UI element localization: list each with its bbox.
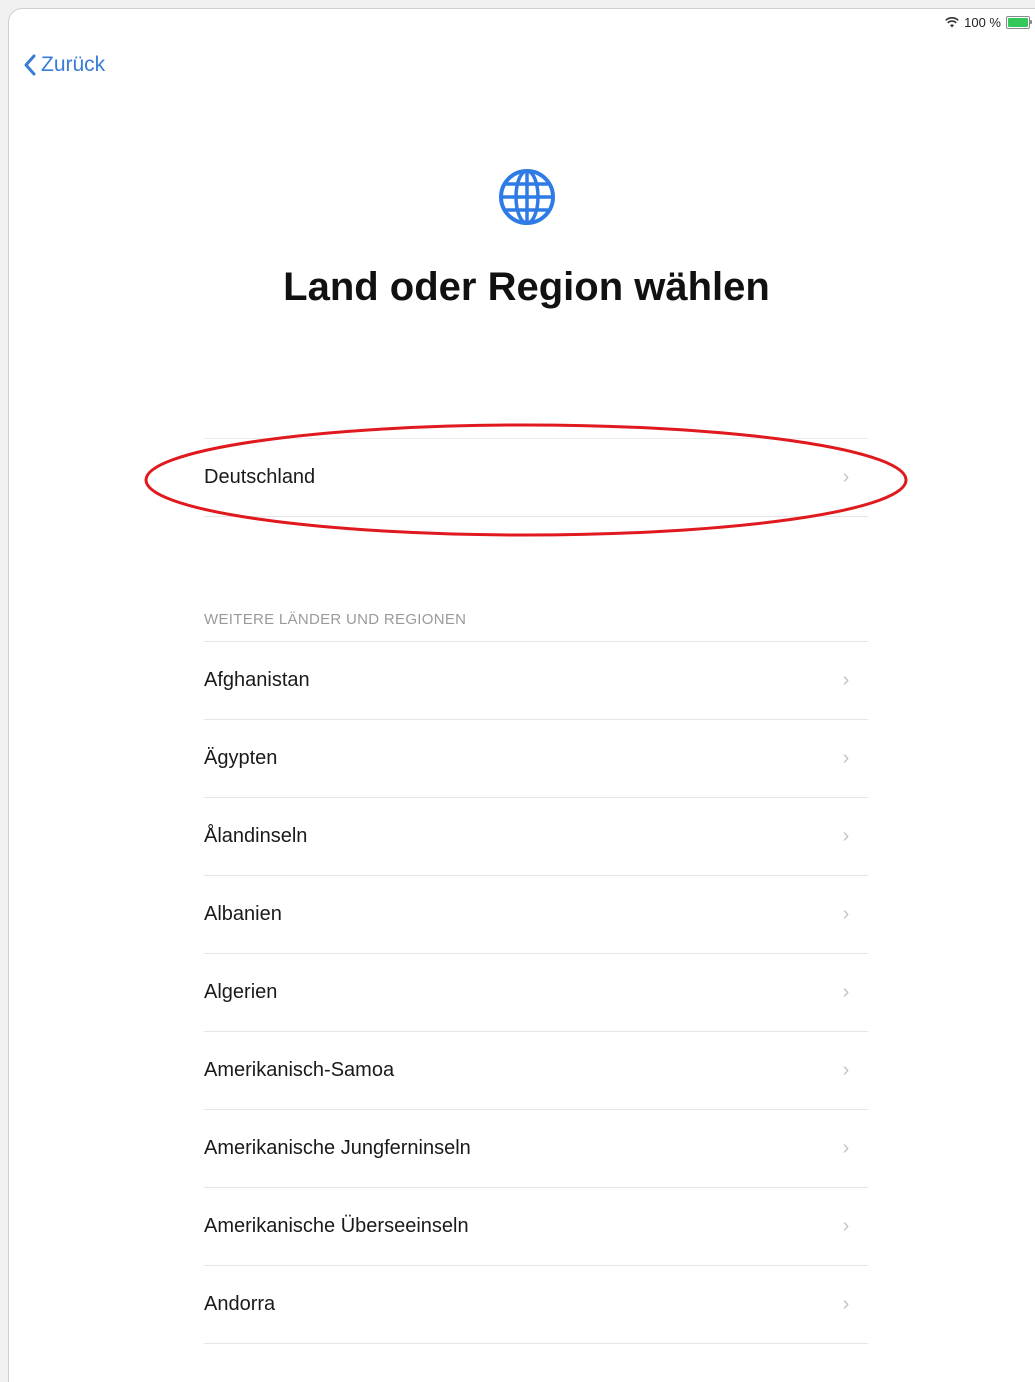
setup-screen: 100 % Zurück Land oder Region wählen Deu… (8, 8, 1035, 1382)
chevron-right-icon: › (842, 981, 850, 1003)
battery-percentage: 100 % (964, 15, 1001, 30)
chevron-right-icon: › (842, 747, 850, 769)
list-item-label: Deutschland (204, 466, 316, 488)
list-item-label: Amerikanische Überseeinseln (204, 1215, 469, 1237)
chevron-right-icon: › (842, 1137, 850, 1159)
chevron-right-icon: › (842, 903, 850, 925)
battery-icon (1006, 16, 1032, 29)
list-item-label: Albanien (204, 903, 282, 925)
battery-level (1008, 18, 1028, 27)
list-item-label: Afghanistan (204, 669, 310, 691)
back-button-label: Zurück (41, 53, 106, 76)
list-item[interactable]: Amerikanische Jungferninseln › (204, 1110, 868, 1188)
list-item-label: Amerikanische Jungferninseln (204, 1137, 471, 1159)
chevron-right-icon: › (842, 1215, 850, 1237)
back-button[interactable]: Zurück (23, 53, 105, 77)
chevron-left-icon (23, 53, 37, 77)
list-item[interactable]: Afghanistan › (204, 642, 868, 720)
list-item[interactable]: Albanien › (204, 876, 868, 954)
list-item[interactable]: Amerikanisch-Samoa › (204, 1032, 868, 1110)
chevron-right-icon: › (842, 1059, 850, 1081)
list-item[interactable]: Ålandinseln › (204, 798, 868, 876)
list-item[interactable]: Algerien › (204, 954, 868, 1032)
more-regions-list: Afghanistan › Ägypten › Ålandinseln › Al… (204, 641, 868, 1344)
list-item[interactable]: Ägypten › (204, 720, 868, 798)
list-item-label: Andorra (204, 1293, 276, 1315)
status-bar: 100 % (945, 15, 1032, 30)
list-item[interactable]: Andorra › (204, 1266, 868, 1344)
list-item[interactable]: Amerikanische Überseeinseln › (204, 1188, 868, 1266)
list-item-label: Algerien (204, 981, 278, 1003)
suggested-region-list: Deutschland › (204, 438, 868, 517)
chevron-right-icon: › (842, 1293, 850, 1315)
list-item-label: Ålandinseln (204, 825, 308, 847)
chevron-right-icon: › (842, 466, 850, 488)
page-title: Land oder Region wählen (283, 265, 770, 309)
list-item-label: Amerikanisch-Samoa (204, 1059, 395, 1081)
list-item-deutschland[interactable]: Deutschland › (204, 439, 868, 517)
section-header-more-regions: WEITERE LÄNDER UND REGIONEN (204, 611, 467, 628)
wifi-icon (945, 17, 959, 28)
chevron-right-icon: › (842, 669, 850, 691)
chevron-right-icon: › (842, 825, 850, 847)
list-item-label: Ägypten (204, 747, 278, 769)
globe-icon (497, 167, 557, 227)
